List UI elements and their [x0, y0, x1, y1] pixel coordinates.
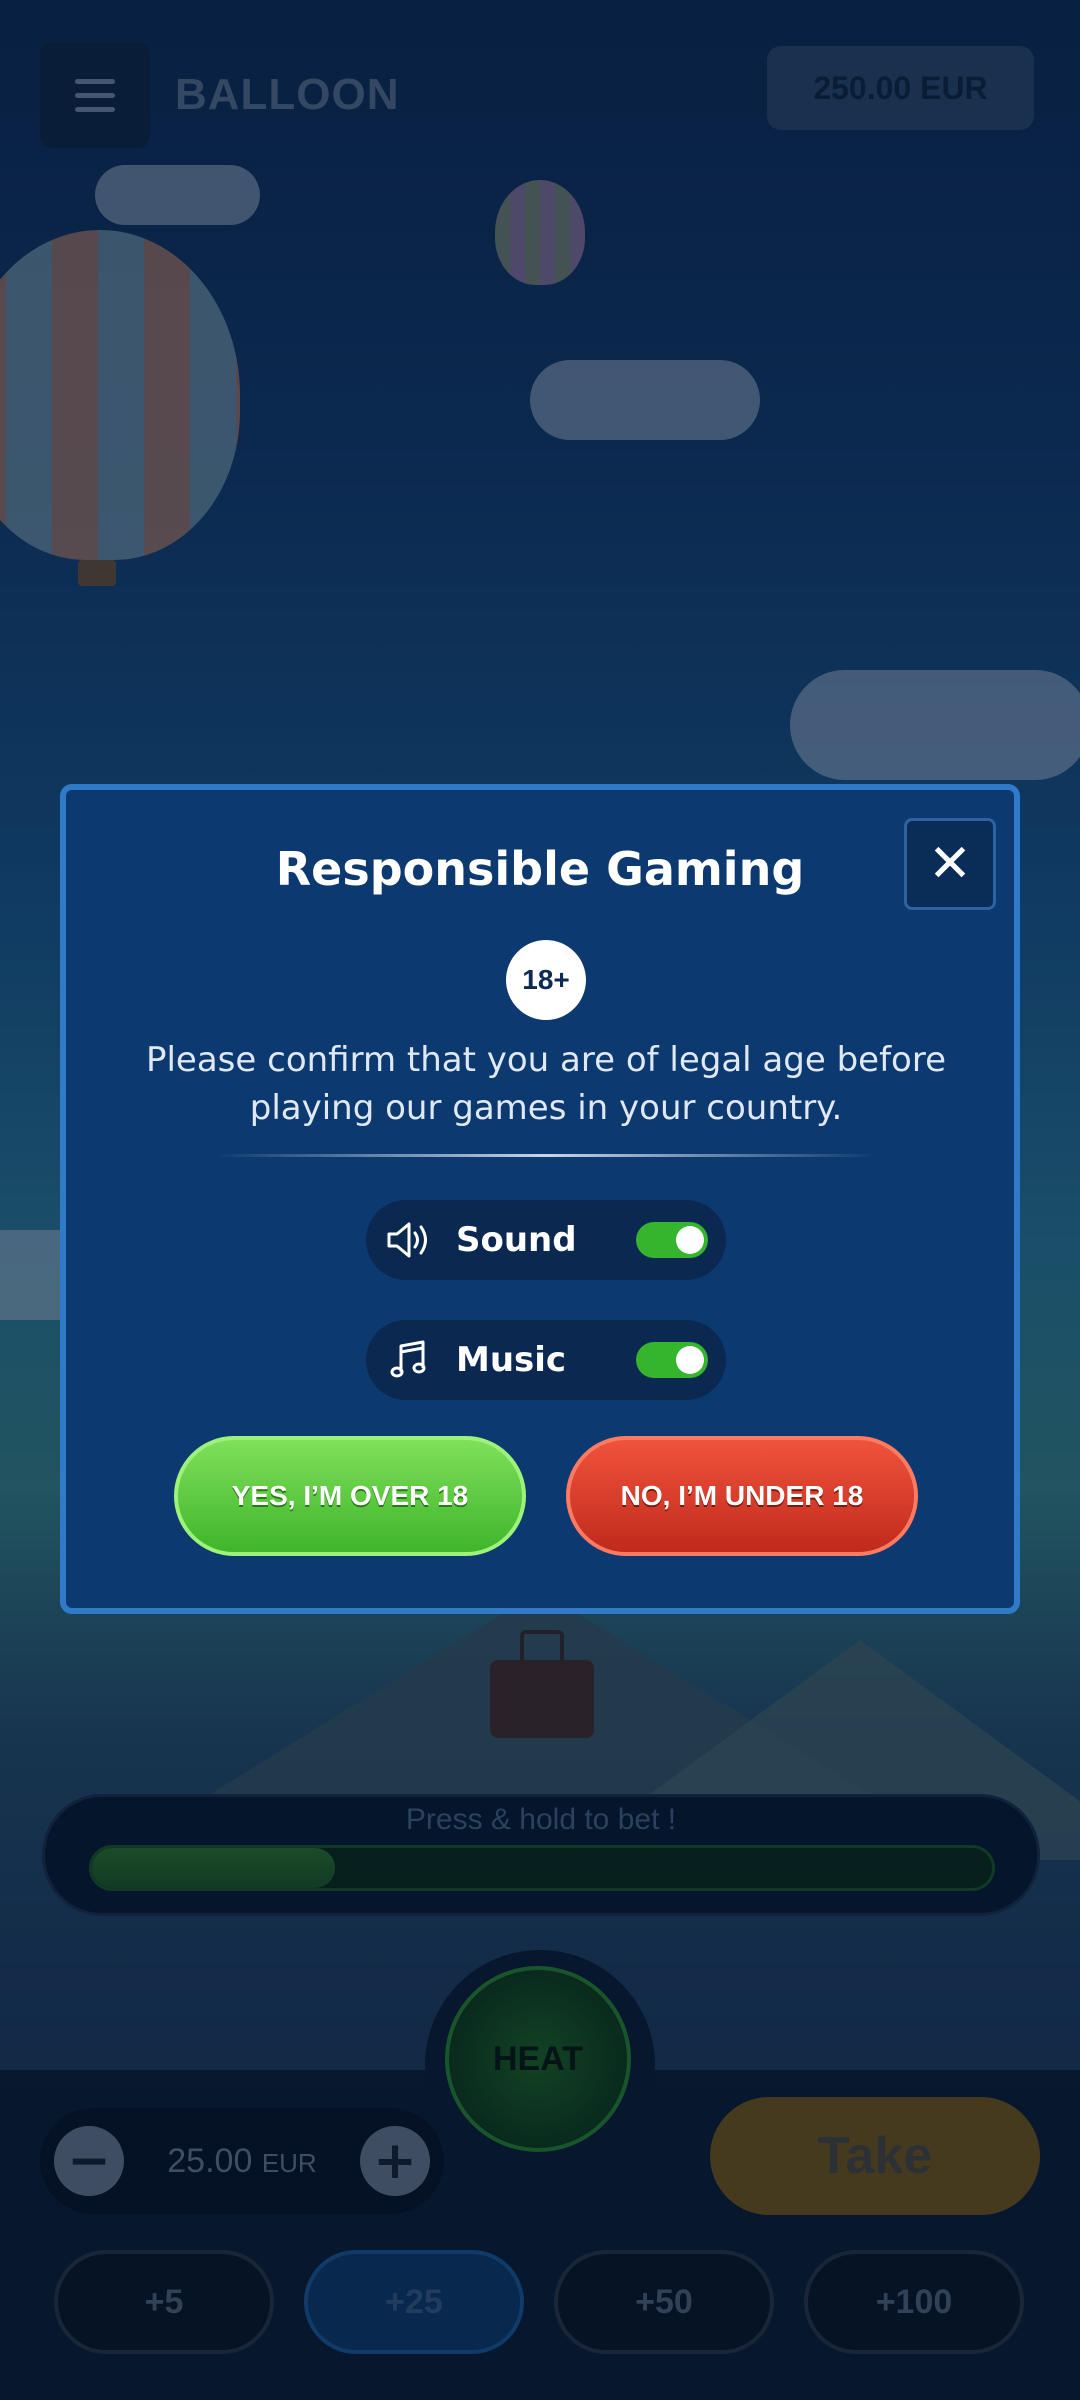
- music-toggle-row[interactable]: Music: [366, 1320, 726, 1400]
- close-icon: ✕: [928, 834, 972, 894]
- close-button[interactable]: ✕: [904, 818, 996, 910]
- divider: [216, 1154, 876, 1157]
- age-confirmation-message: Please confirm that you are of legal age…: [145, 1040, 946, 1128]
- responsible-gaming-dialog: Responsible Gaming ✕ 18+ Please confirm …: [60, 784, 1020, 1614]
- sound-toggle-row[interactable]: Sound: [366, 1200, 726, 1280]
- age-18-badge: 18+: [506, 940, 586, 1020]
- music-switch[interactable]: [636, 1342, 708, 1378]
- dialog-title: Responsible Gaming: [275, 842, 805, 896]
- confirm-over-18-button[interactable]: YES, I’M OVER 18: [174, 1436, 526, 1556]
- music-label: Music: [456, 1340, 567, 1380]
- sound-label: Sound: [456, 1220, 577, 1260]
- speaker-icon: [384, 1215, 434, 1265]
- music-note-icon: [384, 1335, 434, 1385]
- sound-switch[interactable]: [636, 1222, 708, 1258]
- under-18-button[interactable]: NO, I’M UNDER 18: [566, 1436, 918, 1556]
